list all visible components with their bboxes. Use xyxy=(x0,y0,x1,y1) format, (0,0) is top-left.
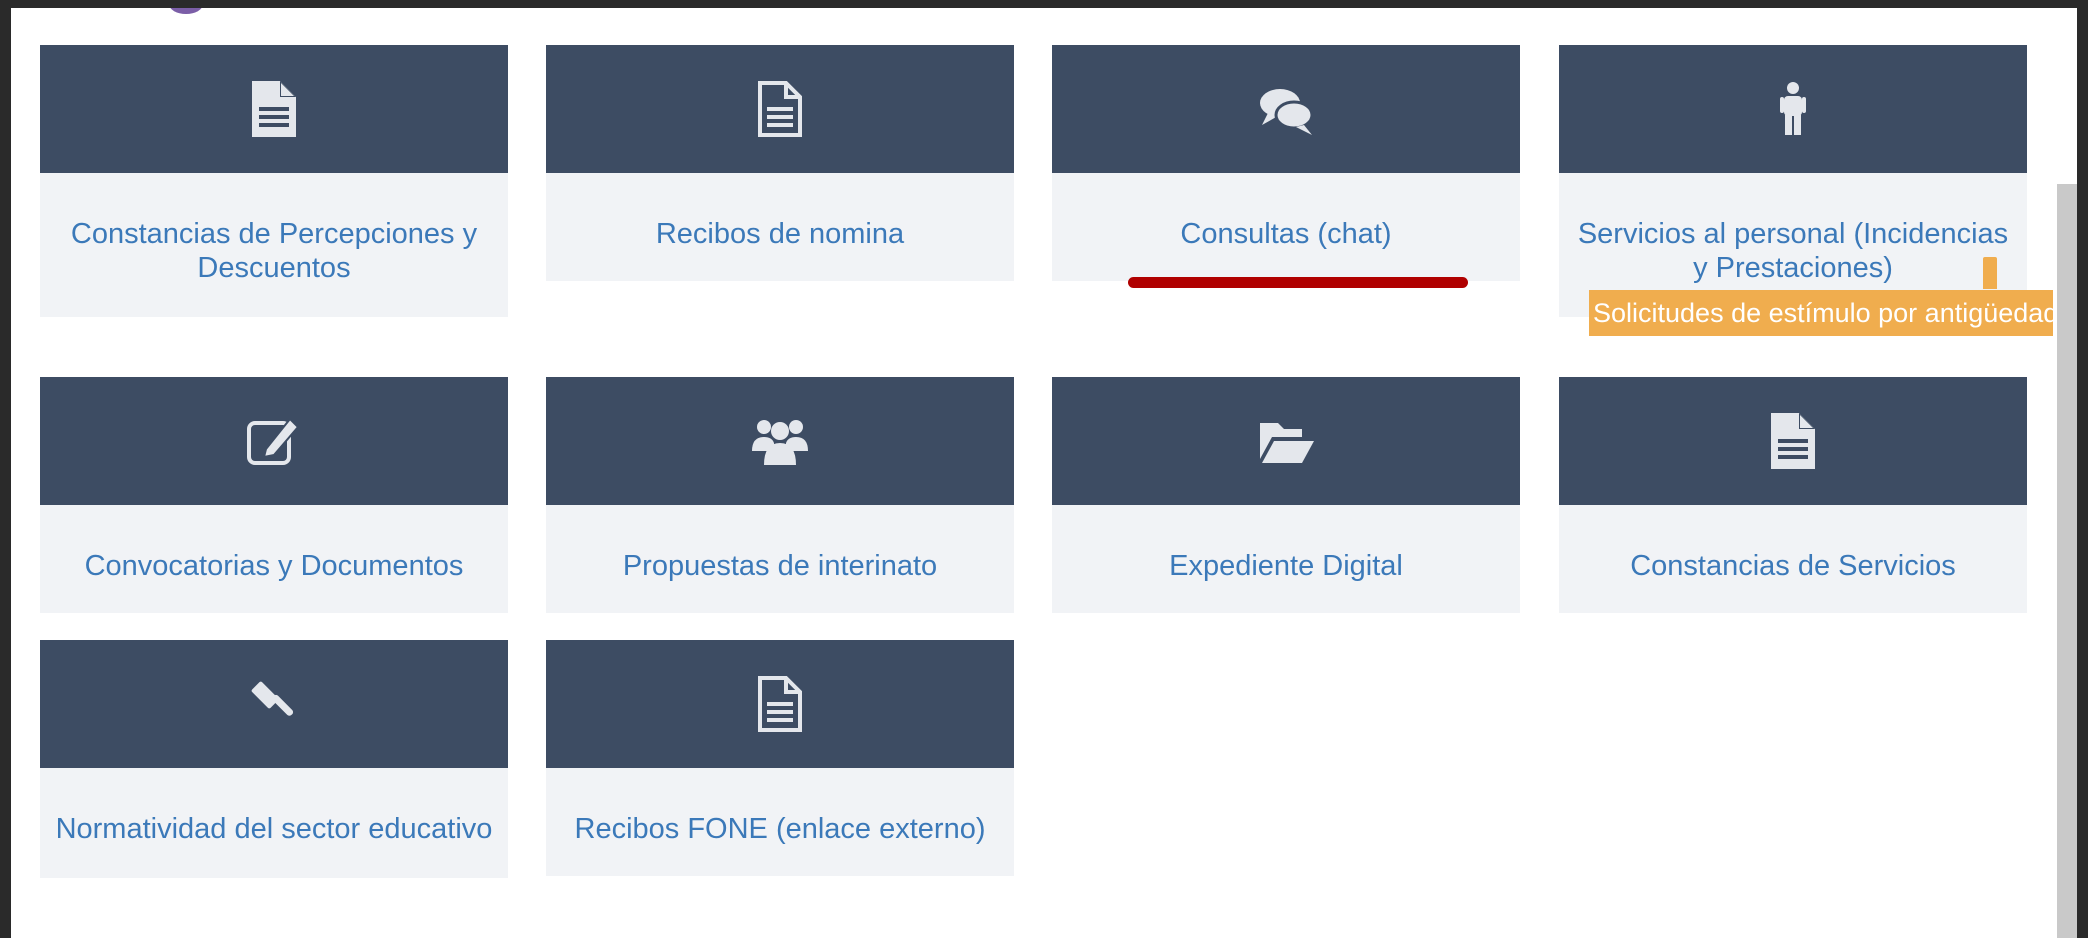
avatar-dot xyxy=(169,8,203,14)
tile-label[interactable]: Consultas (chat) xyxy=(1052,173,1520,281)
tile-propuestas-interinato[interactable]: Propuestas de interinato xyxy=(546,377,1014,613)
chat-bubbles-icon xyxy=(1260,89,1314,135)
tile-label[interactable]: Constancias de Servicios xyxy=(1559,505,2027,613)
tile-expediente-digital[interactable]: Expediente Digital xyxy=(1052,377,1520,613)
tile-constancias-servicios[interactable]: Constancias de Servicios xyxy=(1559,377,2027,613)
file-icon xyxy=(252,81,296,137)
window-edge xyxy=(2077,0,2088,938)
tile-convocatorias[interactable]: Convocatorias y Documentos xyxy=(40,377,508,613)
file-icon xyxy=(1771,413,1815,469)
folder-open-icon xyxy=(1260,423,1314,463)
file-text-outline-icon xyxy=(758,81,802,137)
tile-consultas-chat[interactable]: Consultas (chat) xyxy=(1052,45,1520,281)
file-text-outline-icon xyxy=(758,676,802,732)
highlight-label: Solicitudes de estímulo por antigüedad. xyxy=(1589,290,2053,336)
tile-recibos-fone[interactable]: Recibos FONE (enlace externo) xyxy=(546,640,1014,876)
tile-label[interactable]: Expediente Digital xyxy=(1052,505,1520,613)
tile-constancias-percepciones[interactable]: Constancias de Percepciones y Descuentos xyxy=(40,45,508,317)
tile-label[interactable]: Recibos FONE (enlace externo) xyxy=(546,768,1014,876)
edit-icon xyxy=(247,417,300,465)
gavel-icon xyxy=(251,681,294,716)
users-icon xyxy=(752,420,808,465)
tile-recibos-nomina[interactable]: Recibos de nomina xyxy=(546,45,1014,281)
underline-annotation xyxy=(1128,277,1468,288)
scrollbar-thumb[interactable] xyxy=(2057,184,2077,938)
tile-normatividad[interactable]: Normatividad del sector educativo xyxy=(40,640,508,878)
tile-servicios-personal[interactable]: Servicios al personal (Incidencias y Pre… xyxy=(1559,45,2027,317)
vertical-scrollbar[interactable] xyxy=(2053,8,2077,938)
tile-label[interactable]: Recibos de nomina xyxy=(546,173,1014,281)
tile-label[interactable]: Convocatorias y Documentos xyxy=(40,505,508,613)
person-icon xyxy=(1780,82,1806,135)
tile-label[interactable]: Propuestas de interinato xyxy=(546,505,1014,613)
highlight-tab xyxy=(1983,257,1997,289)
tile-label[interactable]: Normatividad del sector educativo xyxy=(40,768,508,878)
page-frame: Constancias de Percepciones y Descuentos… xyxy=(11,8,2053,938)
tile-label[interactable]: Constancias de Percepciones y Descuentos xyxy=(40,173,508,317)
